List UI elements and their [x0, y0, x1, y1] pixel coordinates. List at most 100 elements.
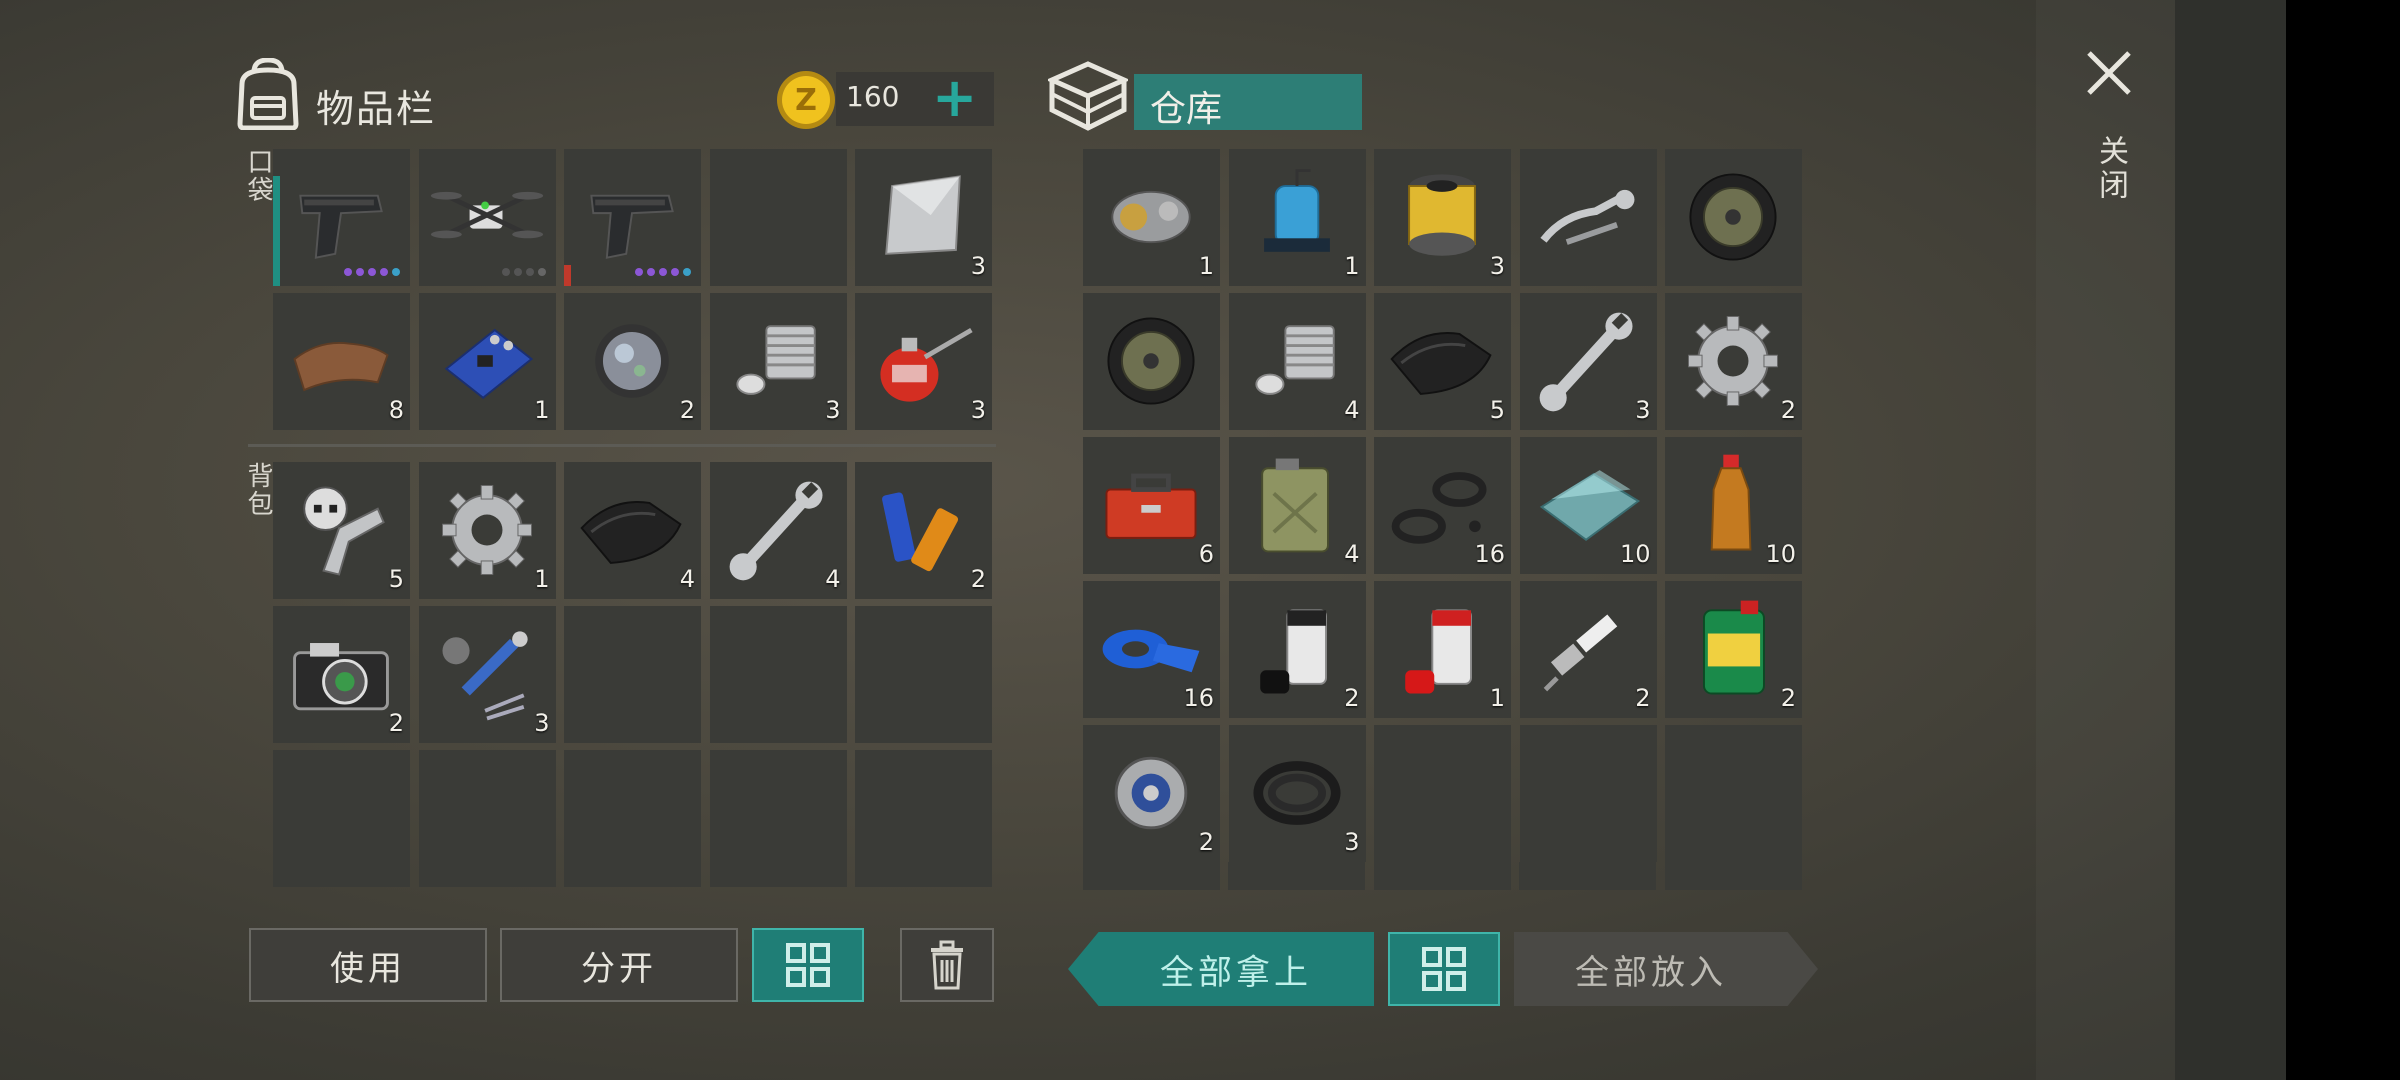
backpack-slot[interactable] [273, 750, 410, 887]
scrap-parts-icon [303, 486, 385, 576]
item-count: 3 [1489, 252, 1505, 280]
discard-button[interactable] [900, 928, 994, 1002]
backpack-slot[interactable]: 5 [273, 462, 410, 599]
pocket-slot[interactable] [564, 149, 701, 286]
backpack-slot[interactable]: 3 [418, 606, 556, 743]
pocket-slot[interactable]: 3 [855, 149, 992, 286]
storage-slot[interactable] [1519, 149, 1657, 286]
close-icon[interactable] [2084, 48, 2134, 98]
pocket-slot[interactable]: 2 [564, 293, 701, 430]
take-all-button[interactable]: 全部拿上 [1068, 932, 1374, 1006]
storage-slot[interactable] [1083, 293, 1220, 430]
backpack-icon [237, 58, 299, 130]
storage-slot[interactable]: 4 [1228, 437, 1366, 574]
trash-icon [931, 940, 963, 990]
storage-slot[interactable]: 10 [1519, 437, 1657, 574]
quality-dot [537, 268, 546, 276]
storage-slot[interactable]: 6 [1083, 437, 1220, 574]
storage-slot-partial[interactable] [1519, 862, 1656, 890]
storage-slot[interactable]: 16 [1374, 437, 1511, 574]
storage-slot[interactable]: 1 [1228, 149, 1366, 286]
quality-dot [501, 268, 510, 276]
backpack-slot[interactable]: 2 [273, 606, 410, 743]
circuit-board-icon [444, 328, 533, 400]
quality-dot [525, 268, 534, 276]
storage-slot-partial[interactable] [1665, 862, 1802, 890]
item-count: 1 [1489, 684, 1505, 712]
drone-icon [430, 191, 543, 239]
wrench-icon [1539, 312, 1633, 412]
quality-dots [501, 268, 546, 276]
backpack-slot[interactable]: 2 [855, 462, 992, 599]
storage-slot-partial[interactable] [1374, 862, 1511, 890]
storage-slot[interactable]: 2 [1519, 581, 1657, 718]
backpack-slot[interactable] [564, 750, 701, 887]
sort-inventory-button[interactable] [752, 928, 864, 1002]
item-count: 1 [534, 396, 550, 424]
storage-slot[interactable]: 2 [1083, 725, 1220, 862]
split-button[interactable]: 分开 [500, 928, 738, 1002]
item-count: 3 [1635, 396, 1651, 424]
pocket-slot[interactable]: 8 [273, 293, 410, 430]
backpack-slot[interactable] [855, 606, 992, 743]
quality-dot [671, 268, 679, 276]
storage-box-icon [1048, 61, 1128, 131]
storage-slot[interactable] [1665, 725, 1802, 862]
storage-slot[interactable]: 3 [1519, 293, 1657, 430]
storage-slot[interactable]: 1 [1374, 581, 1511, 718]
storage-slot[interactable]: 3 [1374, 149, 1511, 286]
storage-slot[interactable]: 4 [1228, 293, 1366, 430]
brake-lever-icon [1539, 189, 1634, 245]
pocket-slot[interactable]: 1 [418, 293, 556, 430]
backpack-slot[interactable] [709, 750, 847, 887]
storage-slot[interactable] [1519, 725, 1657, 862]
pocket-slot[interactable]: 3 [855, 293, 992, 430]
item-count: 2 [1198, 828, 1214, 856]
spray-paint-red-icon [1405, 609, 1472, 694]
quality-dot [683, 268, 691, 276]
storage-slot[interactable] [1374, 725, 1511, 862]
svg-text:Z: Z [795, 83, 817, 118]
backpack-slot[interactable]: 4 [709, 462, 847, 599]
backpack-slot[interactable] [709, 606, 847, 743]
storage-slot[interactable]: 2 [1228, 581, 1366, 718]
pocket-slot[interactable] [273, 149, 410, 286]
add-coins-button[interactable]: + [932, 70, 977, 126]
fabric-icon [1390, 332, 1492, 395]
backpack-slot[interactable]: 4 [564, 462, 701, 599]
pocket-slot[interactable]: 3 [709, 293, 847, 430]
backpack-slot[interactable]: 1 [418, 462, 556, 599]
sort-storage-button[interactable] [1388, 932, 1500, 1006]
item-count: 1 [1344, 252, 1360, 280]
item-count: 5 [388, 565, 404, 593]
backpack-slot[interactable] [564, 606, 701, 743]
use-button[interactable]: 使用 [249, 928, 487, 1002]
pocket-slot[interactable] [709, 149, 847, 286]
backpack-slot[interactable] [418, 750, 556, 887]
storage-slot[interactable]: 1 [1083, 149, 1220, 286]
storage-slot[interactable]: 10 [1665, 437, 1802, 574]
storage-slot-partial[interactable] [1083, 862, 1220, 890]
storage-slot[interactable]: 3 [1228, 725, 1366, 862]
storage-slot[interactable]: 5 [1374, 293, 1511, 430]
durability-bar [564, 265, 571, 286]
water-pump-icon [1263, 169, 1330, 252]
storage-slot[interactable]: 16 [1083, 581, 1220, 718]
leather-icon [293, 342, 389, 392]
grid-sort-icon [786, 943, 830, 987]
pocket-slot[interactable] [418, 149, 556, 286]
put-all-button[interactable]: 全部放入 [1514, 932, 1818, 1006]
quality-dots [635, 268, 691, 276]
engine-part-icon [1111, 190, 1191, 244]
side-panel-dark [2175, 0, 2286, 1080]
storage-slot[interactable]: 2 [1665, 293, 1802, 430]
engine-cylinder-icon [735, 325, 816, 395]
close-label[interactable]: 关闭 [2088, 135, 2132, 203]
spark-plug-icon [1543, 614, 1617, 692]
storage-slot[interactable] [1665, 149, 1802, 286]
item-count: 4 [825, 565, 841, 593]
item-count: 1 [1198, 252, 1214, 280]
backpack-slot[interactable] [855, 750, 992, 887]
storage-slot-partial[interactable] [1228, 862, 1365, 890]
storage-slot[interactable]: 2 [1665, 581, 1802, 718]
